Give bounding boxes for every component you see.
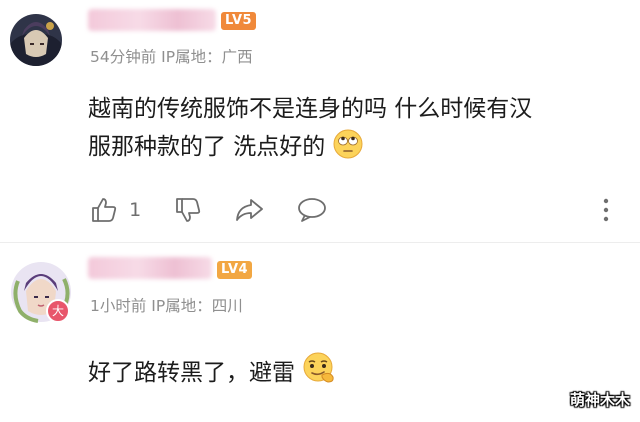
comment-text: 越南的传统服饰不是连身的吗 什么时候有汉 服那种款的了 洗点好的 xyxy=(88,90,532,171)
dislike-button[interactable] xyxy=(174,196,202,228)
level-badge: LV5 xyxy=(221,12,257,30)
avatar-badge: 大 xyxy=(46,299,70,323)
comment-meta: 1小时前 IP属地：四川 xyxy=(90,297,243,315)
comment-text-line-2: 服那种款的了 洗点好的 xyxy=(88,128,532,171)
thumb-down-icon xyxy=(176,198,201,222)
share-button[interactable] xyxy=(233,196,265,228)
avatar[interactable]: 大 xyxy=(10,261,71,323)
thumb-up-icon xyxy=(92,198,117,222)
eye-roll-emoji xyxy=(333,129,363,171)
level-badge: LV4 xyxy=(217,261,253,279)
like-count: 1 xyxy=(129,199,142,221)
more-button[interactable] xyxy=(600,196,612,228)
more-icon xyxy=(603,198,609,222)
comment-meta: 54分钟前 IP属地：广西 xyxy=(90,48,253,66)
comment-1: LV5 54分钟前 IP属地：广西 越南的传统服饰不是连身的吗 什么时候有汉 服… xyxy=(0,0,640,242)
reply-button[interactable] xyxy=(296,196,328,228)
comment-text-line-1: 越南的传统服饰不是连身的吗 什么时候有汉 xyxy=(88,96,533,122)
avatar[interactable] xyxy=(10,14,62,66)
share-icon xyxy=(236,199,263,221)
watermark: 萌神木木 xyxy=(569,391,630,409)
comment-text-line-2-text: 服那种款的了 洗点好的 xyxy=(88,134,326,160)
comment-2: 大 LV4 1小时前 IP属地：四川 好了路转黑了，避雷 xyxy=(0,243,640,422)
username-blurred[interactable] xyxy=(88,9,216,31)
comment-text-line-1: 好了路转黑了，避雷 xyxy=(88,360,295,386)
username-blurred[interactable] xyxy=(88,257,212,279)
comment-text: 好了路转黑了，避雷 xyxy=(88,351,336,397)
smirk-emoji xyxy=(302,351,336,397)
comment-icon xyxy=(298,198,326,222)
like-button[interactable]: 1 xyxy=(90,196,141,224)
